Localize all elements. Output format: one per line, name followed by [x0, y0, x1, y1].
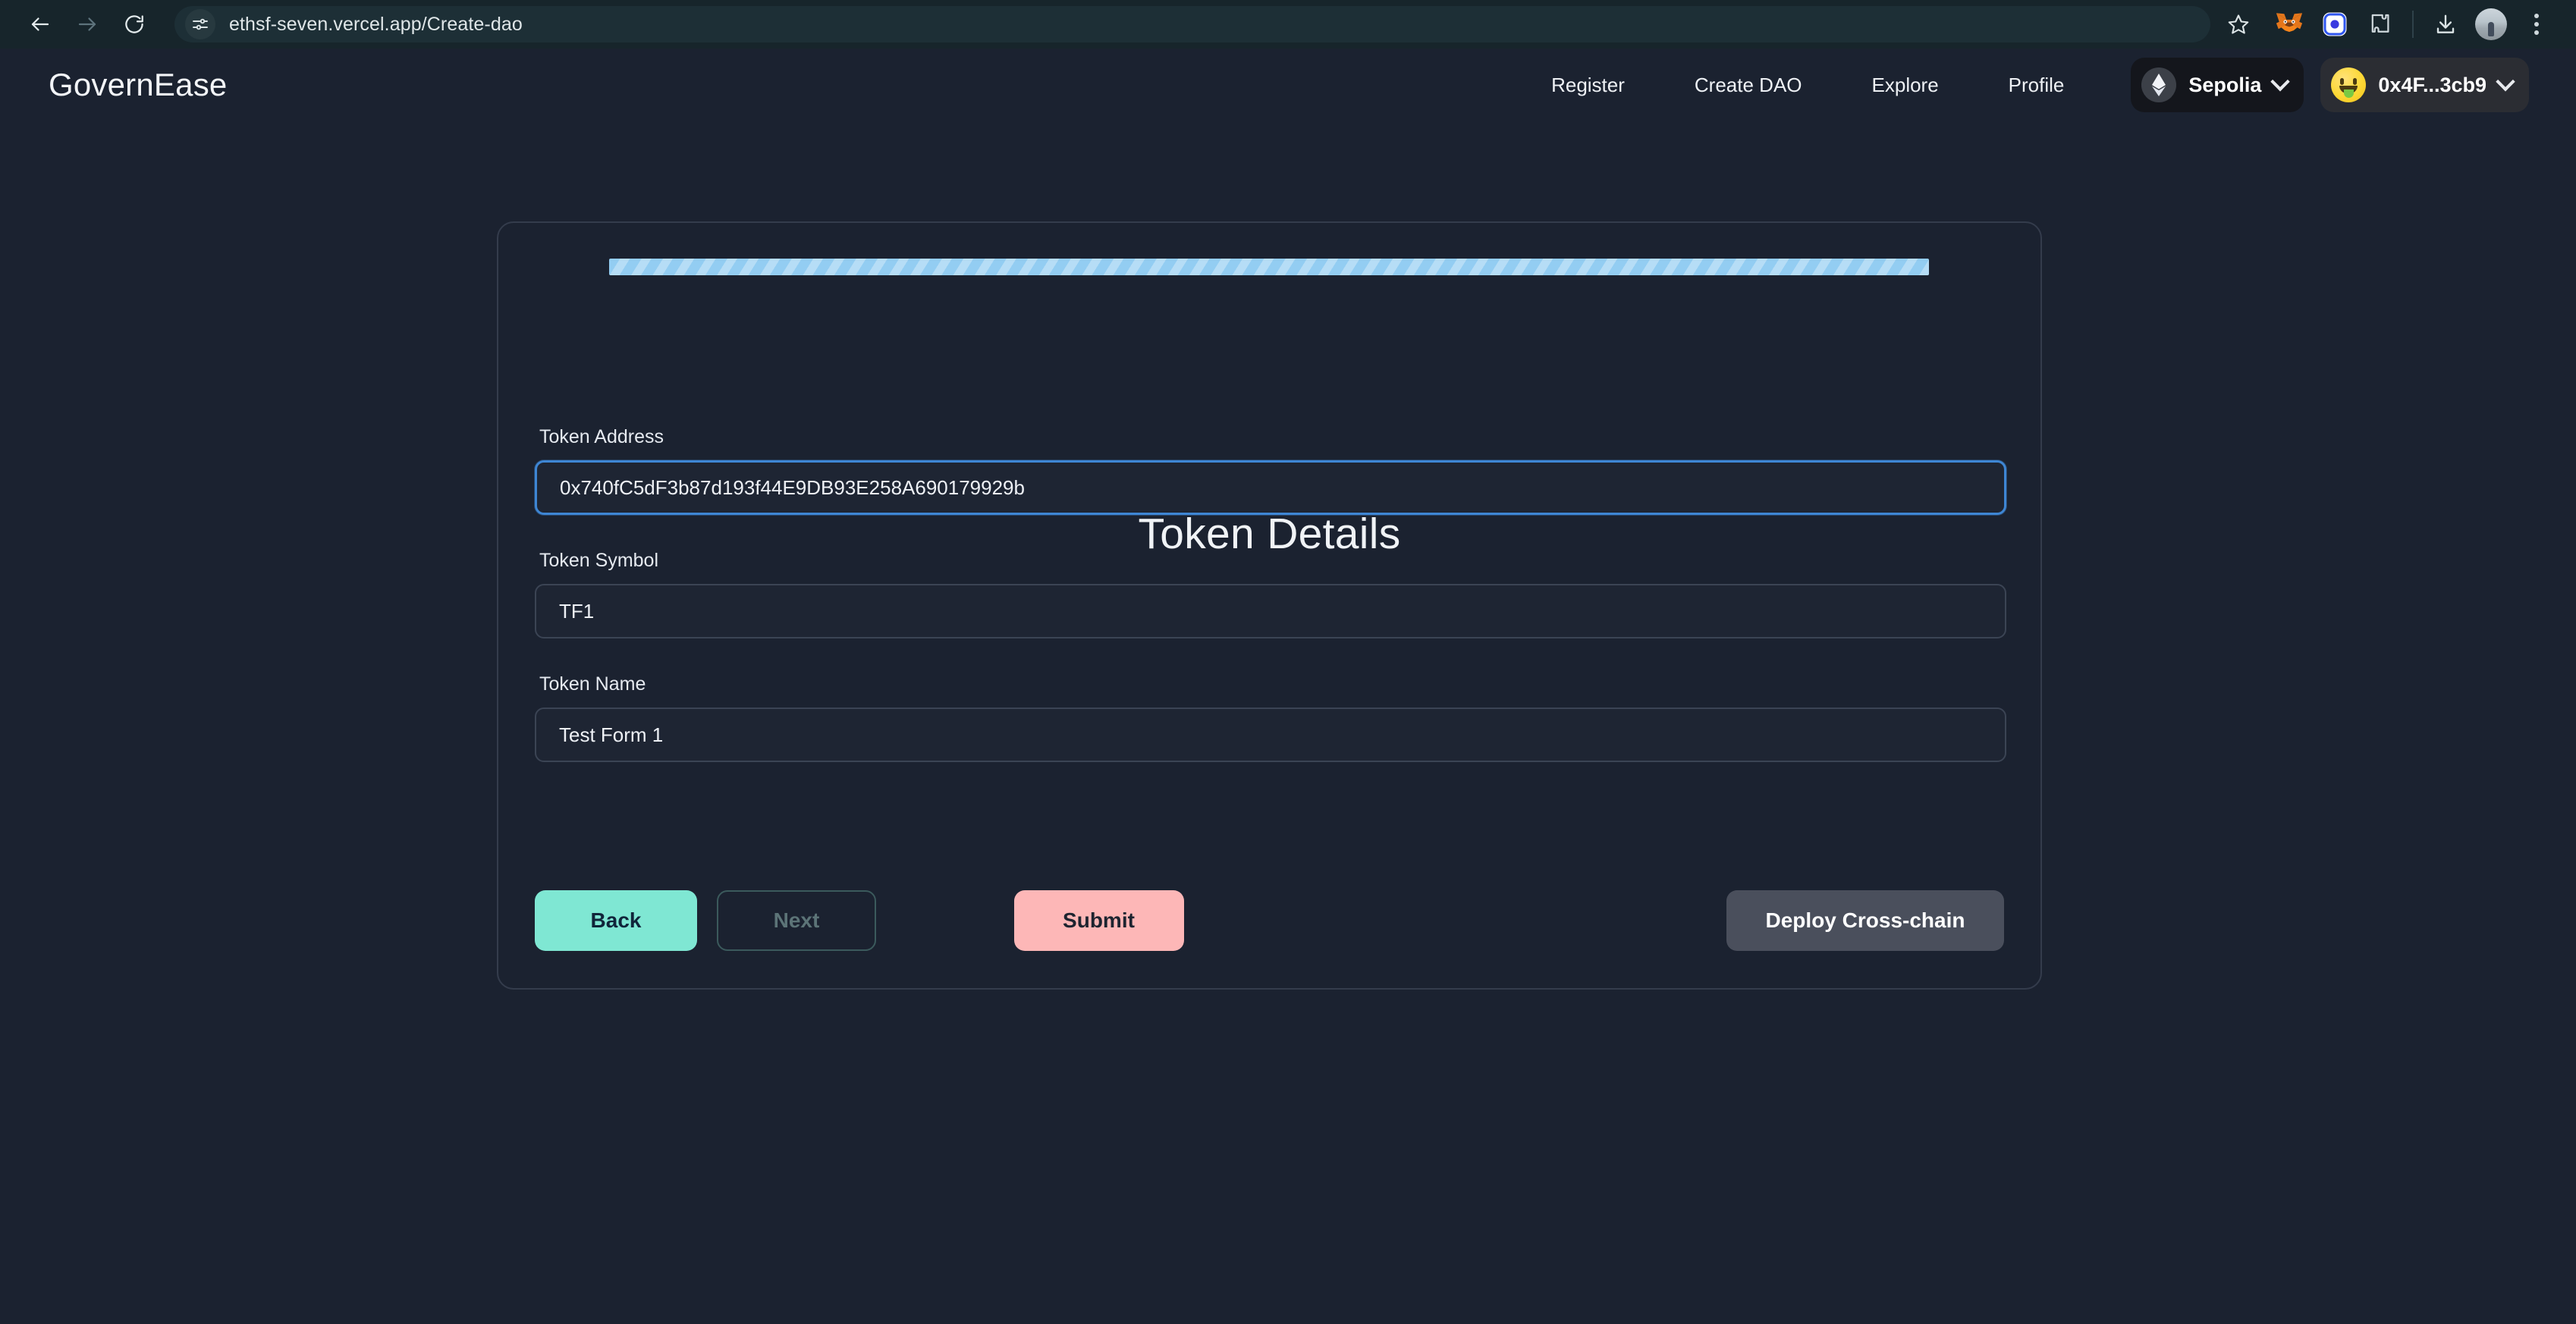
ethereum-diamond-icon [2141, 67, 2177, 102]
site-settings-button[interactable] [185, 9, 215, 39]
tune-sliders-icon [193, 18, 208, 30]
input-token-symbol[interactable]: TF1 [535, 584, 2006, 638]
url-text[interactable]: ethsf-seven.vercel.app/Create-dao [229, 14, 523, 36]
puzzle-piece-icon [2371, 14, 2389, 33]
toolbar-divider [2412, 11, 2414, 38]
browser-reload-button[interactable] [111, 1, 158, 48]
account-address-label: 0x4F...3cb9 [2378, 73, 2486, 96]
submit-button[interactable]: Submit [1013, 890, 1184, 951]
page-body: GovernEase Register Create DAO Explore P… [0, 49, 2576, 1324]
wallet-extension-button[interactable] [2312, 2, 2358, 47]
chrome-menu-button[interactable] [2514, 2, 2559, 47]
chevron-down-icon [2496, 72, 2515, 92]
nav-link-explore[interactable]: Explore [1837, 74, 1974, 97]
label-token-symbol: Token Symbol [539, 550, 659, 571]
arrow-left-icon [31, 17, 49, 31]
profile-button[interactable] [2468, 2, 2514, 47]
address-bar[interactable]: ethsf-seven.vercel.app/Create-dao [174, 6, 2210, 42]
back-button[interactable]: Back [535, 890, 697, 951]
input-token-address[interactable]: 0x740fC5dF3b87d193f44E9DB93E258A69017992… [535, 460, 2006, 515]
extensions-area [2267, 2, 2559, 47]
metamask-extension-button[interactable] [2267, 2, 2312, 47]
chevron-down-icon [2270, 72, 2291, 92]
step-progress-bar [609, 259, 1929, 275]
field-token-name: Token Name Test Form 1 [535, 673, 2006, 762]
browser-forward-button[interactable] [64, 1, 111, 48]
input-token-name[interactable]: Test Form 1 [535, 707, 2006, 762]
token-details-card: Token Details Token Address 0x740fC5dF3b… [497, 221, 2042, 990]
nav-link-create-dao[interactable]: Create DAO [1660, 74, 1837, 97]
brand-logo[interactable]: GovernEase [49, 67, 227, 103]
arrow-right-icon [78, 17, 96, 31]
browser-back-button[interactable] [17, 1, 64, 48]
site-navbar: GovernEase Register Create DAO Explore P… [0, 49, 2576, 121]
network-selector[interactable]: Sepolia [2131, 58, 2304, 112]
network-label: Sepolia [2188, 73, 2262, 96]
bookmark-button[interactable] [2216, 2, 2260, 46]
downloads-button[interactable] [2423, 2, 2468, 47]
label-token-name: Token Name [539, 673, 646, 695]
field-token-address: Token Address 0x740fC5dF3b87d193f44E9DB9… [535, 426, 2006, 515]
emoji-avatar-icon [2331, 67, 2367, 102]
account-button[interactable]: 0x4F...3cb9 [2320, 58, 2529, 112]
metamask-fox-icon [2276, 12, 2303, 32]
step-progress-fill [609, 259, 1929, 275]
deploy-cross-chain-button[interactable]: Deploy Cross-chain [1726, 890, 2004, 951]
next-button[interactable]: Next [717, 890, 876, 951]
profile-avatar [2475, 8, 2507, 40]
browser-toolbar: ethsf-seven.vercel.app/Create-dao [0, 0, 2576, 49]
wallet-extension-icon [2323, 12, 2347, 36]
extensions-puzzle-button[interactable] [2358, 2, 2403, 47]
star-icon [2228, 14, 2249, 34]
nav-link-register[interactable]: Register [1516, 74, 1660, 97]
label-token-address: Token Address [539, 426, 664, 447]
field-token-symbol: Token Symbol TF1 [535, 550, 2006, 638]
nav-links: Register Create DAO Explore Profile Sepo… [1516, 58, 2529, 112]
kebab-menu-icon [2534, 14, 2539, 35]
download-icon [2436, 14, 2455, 33]
reload-icon [125, 15, 143, 33]
form-actions: Back Next Submit Deploy Cross-chain [535, 890, 2004, 955]
nav-link-profile[interactable]: Profile [1974, 74, 2100, 97]
token-details-form: Token Address 0x740fC5dF3b87d193f44E9DB9… [535, 426, 2006, 762]
